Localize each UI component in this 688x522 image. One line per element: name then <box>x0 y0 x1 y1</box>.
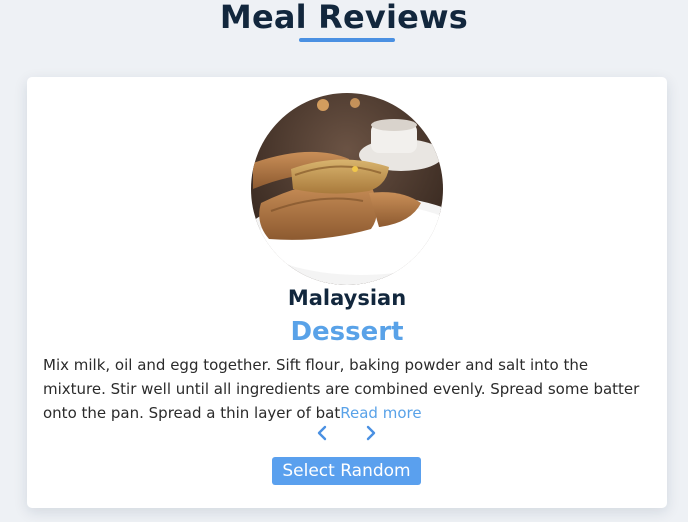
previous-button[interactable] <box>314 424 332 442</box>
review-card: Malaysian Dessert Mix milk, oil and egg … <box>27 77 667 508</box>
page-title: Meal Reviews <box>219 0 469 36</box>
meal-description: Mix milk, oil and egg together. Sift flo… <box>43 353 655 425</box>
meal-reviews-page: Meal Reviews Malaysian Dessert Mix milk,… <box>0 0 688 522</box>
chevron-left-icon <box>317 425 327 441</box>
chevron-right-icon <box>366 425 376 441</box>
meal-photo-illustration <box>251 93 443 285</box>
meal-cuisine: Malaysian <box>287 286 407 310</box>
select-random-button[interactable]: Select Random <box>272 457 421 485</box>
meal-category: Dessert <box>290 317 404 347</box>
title-underline <box>299 38 395 42</box>
meal-photo <box>251 93 443 285</box>
read-more-link[interactable]: Read more <box>340 404 421 422</box>
next-button[interactable] <box>361 424 379 442</box>
